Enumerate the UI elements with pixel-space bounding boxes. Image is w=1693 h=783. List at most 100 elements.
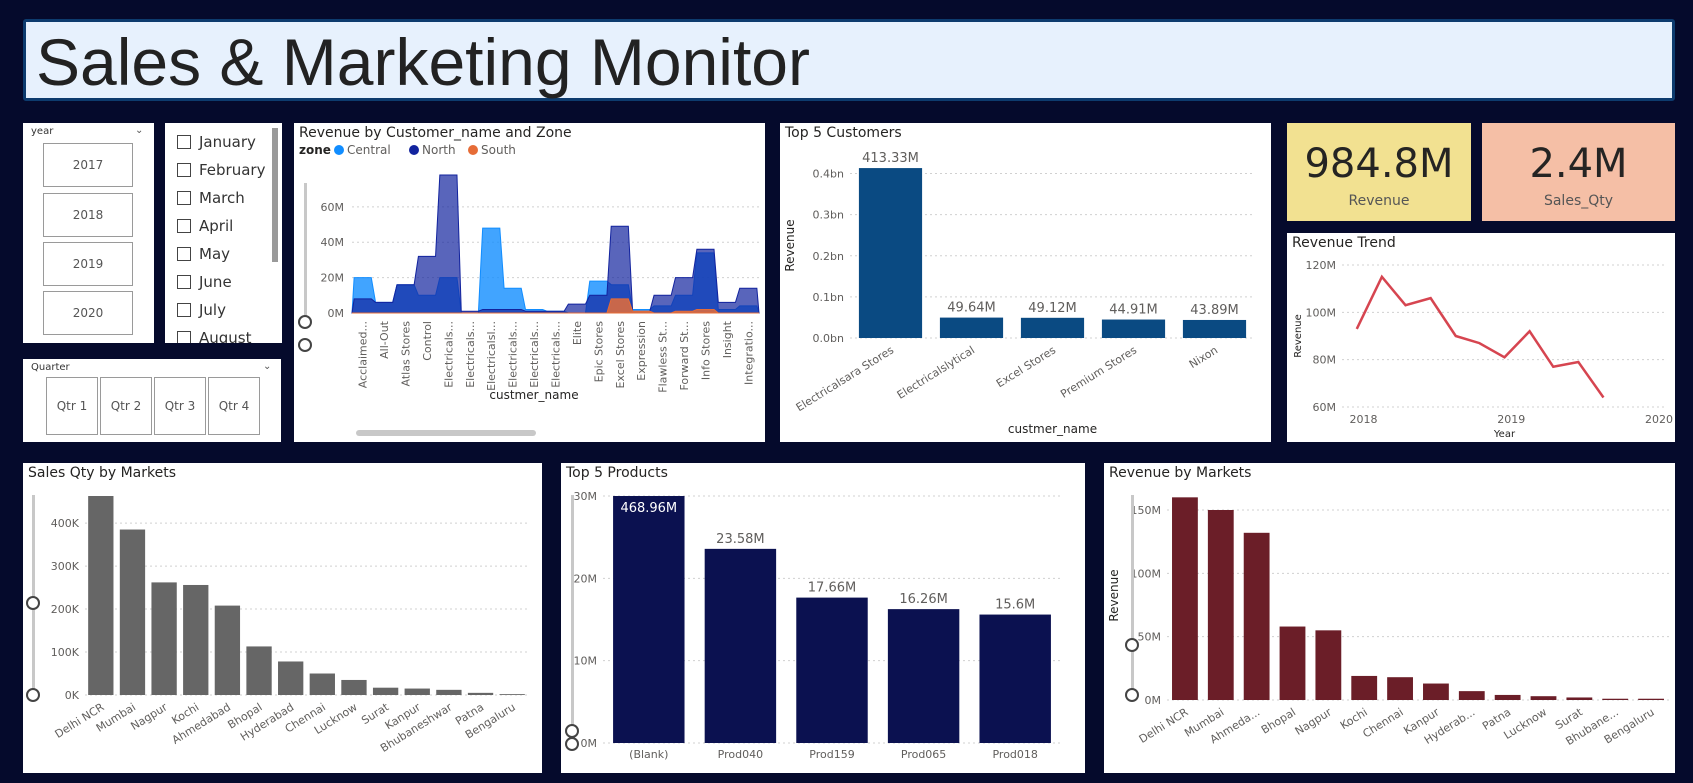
year-option-2017[interactable]: 2017 bbox=[43, 143, 133, 187]
x-tick-label: Electricalsara Stores bbox=[794, 343, 897, 414]
month-option-august[interactable]: August bbox=[177, 329, 252, 343]
horizontal-scrollbar[interactable] bbox=[356, 430, 536, 436]
zoom-slider-handle[interactable] bbox=[565, 737, 579, 751]
quarter-option-3[interactable]: Qtr 3 bbox=[154, 377, 206, 435]
page-title: Sales & Marketing Monitor bbox=[36, 25, 810, 99]
quarter-slicer: Quarter ⌄ Qtr 1 Qtr 2 Qtr 3 Qtr 4 bbox=[23, 359, 281, 442]
month-option-march[interactable]: March bbox=[177, 189, 245, 207]
y-tick-label: 0M bbox=[581, 737, 598, 750]
y-tick-label: 20M bbox=[321, 272, 345, 285]
month-option-january[interactable]: January bbox=[177, 133, 256, 151]
bar bbox=[1020, 317, 1085, 338]
x-tick-label: Nagpur bbox=[1293, 705, 1335, 738]
y-axis-title: Revenue bbox=[1107, 569, 1121, 621]
revenue-by-markets-visual[interactable]: Revenue by Markets 0M 50M 100M 150M Delhi NC… bbox=[1104, 463, 1675, 773]
y-tick-label: 300K bbox=[51, 560, 80, 573]
bar bbox=[1182, 319, 1247, 338]
series-area bbox=[351, 174, 760, 314]
year-option-2019[interactable]: 2019 bbox=[43, 242, 133, 286]
zoom-slider-track[interactable] bbox=[304, 183, 307, 323]
y-tick-label: 0.0bn bbox=[813, 332, 844, 345]
zoom-slider-handle[interactable] bbox=[298, 338, 312, 352]
top-5-customers-visual[interactable]: Top 5 Customers 0.0bn 0.1bn 0.2bn 0.3bn 0.4b… bbox=[780, 123, 1271, 442]
x-tick-label: Integratio... bbox=[742, 321, 755, 385]
year-option-2018[interactable]: 2018 bbox=[43, 193, 133, 237]
y-tick-label: 200K bbox=[51, 603, 80, 616]
data-label: 17.66M bbox=[808, 581, 856, 596]
month-option-july[interactable]: July bbox=[177, 301, 226, 319]
y-tick-label: 0.1bn bbox=[813, 291, 844, 304]
checkbox[interactable] bbox=[177, 247, 191, 261]
revenue-trend-visual[interactable]: Revenue Trend 60M 80M 100M 120M 2018 2019 2020… bbox=[1287, 233, 1675, 442]
zoom-slider-handle[interactable] bbox=[26, 596, 40, 610]
quarter-option-1[interactable]: Qtr 1 bbox=[46, 377, 98, 435]
bar bbox=[1638, 698, 1664, 700]
data-label: 44.91M bbox=[1109, 303, 1157, 318]
checkbox[interactable] bbox=[177, 135, 191, 149]
bar bbox=[404, 688, 430, 695]
zoom-slider-handle[interactable] bbox=[298, 315, 312, 329]
x-tick-label: Insight bbox=[721, 320, 734, 358]
quarter-option-2[interactable]: Qtr 2 bbox=[100, 377, 152, 435]
y-axis-title: Revenue bbox=[783, 219, 797, 271]
x-tick-label: Delhi NCR bbox=[1137, 705, 1191, 746]
zoom-slider-handle[interactable] bbox=[565, 724, 579, 738]
month-option-april[interactable]: April bbox=[177, 217, 233, 235]
bar bbox=[1458, 691, 1485, 700]
legend-marker bbox=[468, 145, 478, 155]
x-tick-label: Electricals... bbox=[550, 321, 563, 388]
bar bbox=[341, 679, 367, 695]
quarter-option-4[interactable]: Qtr 4 bbox=[208, 377, 260, 435]
checkbox[interactable] bbox=[177, 303, 191, 317]
x-tick-label: All-Out bbox=[378, 320, 391, 359]
zoom-slider-track[interactable] bbox=[1131, 495, 1134, 695]
checkbox[interactable] bbox=[177, 331, 191, 343]
chevron-down-icon[interactable]: ⌄ bbox=[135, 125, 143, 136]
x-tick-label: Prod018 bbox=[992, 748, 1037, 761]
x-tick-label: Prod159 bbox=[809, 748, 854, 761]
checkbox[interactable] bbox=[177, 191, 191, 205]
sales-qty-by-markets-visual[interactable]: Sales Qty by Markets 0K 100K 200K 300K 400K D… bbox=[23, 463, 542, 773]
bar bbox=[1530, 696, 1557, 700]
bar bbox=[467, 692, 494, 695]
y-tick-label: 60M bbox=[321, 201, 345, 214]
scrollbar[interactable] bbox=[272, 128, 278, 262]
bar bbox=[939, 317, 1004, 338]
zoom-slider-handle[interactable] bbox=[1125, 688, 1139, 702]
dashboard-title-bar: Sales & Marketing Monitor bbox=[23, 19, 1675, 101]
month-label: January bbox=[199, 133, 256, 151]
zoom-slider-track[interactable] bbox=[571, 495, 574, 735]
bar bbox=[246, 646, 272, 695]
checkbox[interactable] bbox=[177, 219, 191, 233]
x-tick-label: Info Stores bbox=[699, 321, 712, 380]
data-label: 413.33M bbox=[862, 151, 919, 166]
y-tick-label: 150M bbox=[1131, 504, 1162, 517]
zoom-slider-handle[interactable] bbox=[26, 688, 40, 702]
sales-qty-by-markets-chart: 0K100K200K300K400KDelhi NCRMumbaiNagpur K… bbox=[51, 496, 528, 755]
legend-entry: Central bbox=[347, 143, 391, 157]
zoom-slider-handle[interactable] bbox=[1125, 638, 1139, 652]
bar bbox=[704, 548, 777, 743]
year-slicer: year ⌄ 2017 2018 2019 2020 bbox=[23, 123, 154, 343]
month-label: May bbox=[199, 245, 231, 263]
month-option-may[interactable]: May bbox=[177, 245, 230, 263]
bar bbox=[796, 597, 868, 743]
y-tick-label: 100M bbox=[1306, 306, 1337, 319]
y-tick-label: 0.3bn bbox=[813, 209, 844, 222]
bar bbox=[1351, 675, 1378, 700]
top-5-products-visual[interactable]: Top 5 Products 0M 10M 20M 30M (Blank) 468.96M… bbox=[561, 463, 1085, 773]
month-option-june[interactable]: June bbox=[177, 273, 232, 291]
month-option-february[interactable]: February bbox=[177, 161, 265, 179]
year-option-2020[interactable]: 2020 bbox=[43, 291, 133, 335]
zoom-slider-track[interactable] bbox=[32, 495, 35, 695]
checkbox[interactable] bbox=[177, 163, 191, 177]
x-tick-label: Electricalslytical bbox=[895, 344, 977, 402]
data-label: 16.26M bbox=[899, 592, 947, 607]
bar bbox=[1243, 532, 1270, 700]
chevron-down-icon[interactable]: ⌄ bbox=[263, 361, 271, 372]
x-tick-label: Nagpur bbox=[129, 700, 171, 733]
month-label: February bbox=[199, 161, 266, 179]
y-tick-label: 20M bbox=[574, 572, 598, 585]
revenue-by-customer-zone-visual[interactable]: Revenue by Customer_name and Zone zone Ce… bbox=[294, 123, 765, 442]
checkbox[interactable] bbox=[177, 275, 191, 289]
